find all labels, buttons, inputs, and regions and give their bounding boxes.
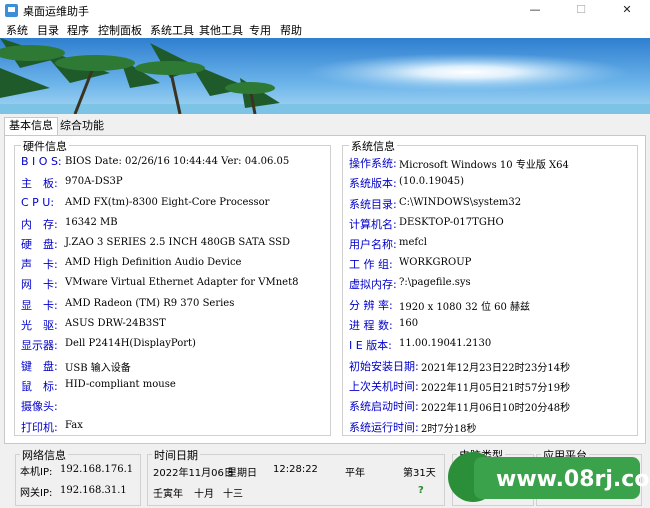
- sys-value: 2021年12月23日22时23分14秒: [421, 363, 571, 374]
- menu-control-panel[interactable]: 控制面板: [98, 22, 142, 38]
- sys-label: 分 辨 率:: [349, 299, 393, 312]
- hw-label: 打印机:: [21, 421, 58, 434]
- sys-label: 上次关机时间:: [349, 380, 419, 393]
- hw-label: 硬 盘:: [21, 238, 58, 251]
- menu-other-tools[interactable]: 其他工具: [199, 22, 243, 38]
- sys-label: 工 作 组:: [349, 258, 393, 271]
- network-info-legend: 网络信息: [20, 447, 68, 463]
- hw-label: 鼠 标:: [21, 380, 58, 393]
- hw-value: USB 输入设备: [65, 363, 131, 374]
- hw-label: 主 板:: [21, 177, 58, 190]
- menu-system[interactable]: 系统: [6, 22, 28, 38]
- tab-strip: 基本信息 综合功能: [0, 116, 650, 136]
- hw-label: B I O S:: [21, 155, 62, 168]
- sys-value: C:\WINDOWS\system32: [399, 197, 522, 208]
- lunar-month: 十月: [194, 489, 214, 500]
- tab-basic-info[interactable]: 基本信息: [4, 117, 58, 136]
- sys-label: 操作系统:: [349, 157, 397, 170]
- menu-programs[interactable]: 程序: [67, 22, 89, 38]
- hw-value: HID-compliant mouse: [65, 379, 176, 390]
- sys-label: 系统版本:: [349, 177, 397, 190]
- hw-value: BIOS Date: 02/26/16 10:44:44 Ver: 04.06.…: [65, 156, 290, 167]
- hw-value: J.ZAO 3 SERIES 2.5 INCH 480GB SATA SSD: [65, 237, 290, 248]
- sys-label: 系统启动时间:: [349, 400, 419, 413]
- sys-value: (10.0.19045): [399, 176, 465, 187]
- hardware-info-group: 硬件信息 B I O S: BIOS Date: 02/26/16 10:44:4…: [14, 138, 331, 436]
- menu-special[interactable]: 专用: [249, 22, 271, 38]
- hw-label: 声 卡:: [21, 258, 58, 271]
- hw-value: VMware Virtual Ethernet Adapter for VMne…: [65, 277, 299, 288]
- sys-label: 系统目录:: [349, 198, 397, 211]
- system-info-group: 系统信息 操作系统: Microsoft Windows 10 专业版 X64 系…: [342, 138, 638, 436]
- hw-value: 970A-DS3P: [65, 176, 123, 187]
- minimize-button[interactable]: —: [512, 0, 558, 21]
- sys-value: DESKTOP-017TGHO: [399, 217, 504, 228]
- app-icon: [5, 4, 18, 17]
- sys-value: 11.00.19041.2130: [399, 338, 492, 349]
- hw-label: 摄像头:: [21, 400, 58, 413]
- current-time: 12:28:22: [273, 464, 318, 475]
- banner-image: [0, 38, 650, 114]
- hw-label: 光 驱:: [21, 319, 58, 332]
- hw-label: 内 存:: [21, 218, 58, 231]
- menu-directory[interactable]: 目录: [37, 22, 59, 38]
- hw-label: 键 盘:: [21, 360, 58, 373]
- sys-value: 1920 x 1080 32 位 60 赫兹: [399, 302, 531, 313]
- sys-label: 计算机名:: [349, 218, 397, 231]
- sys-value: WORKGROUP: [399, 257, 472, 268]
- hw-value: Dell P2414H(DisplayPort): [65, 338, 196, 349]
- close-button[interactable]: ✕: [604, 0, 650, 21]
- day-of-year: 第31天: [403, 468, 436, 479]
- gateway-ip-value: 192.168.31.1: [60, 485, 127, 496]
- sys-value: mefcl: [399, 237, 427, 248]
- hw-value: AMD FX(tm)-8300 Eight-Core Processor: [65, 197, 270, 208]
- hw-label: 显 卡:: [21, 299, 58, 312]
- window-title: 桌面运维助手: [23, 5, 89, 18]
- sys-value: 2022年11月05日21时57分19秒: [421, 383, 571, 394]
- menu-system-tools[interactable]: 系统工具: [150, 22, 194, 38]
- sys-label: 初始安装日期:: [349, 360, 419, 373]
- sys-label: 用户名称:: [349, 238, 397, 251]
- hw-value: Fax: [65, 420, 83, 431]
- watermark-text: www.08rj.com: [496, 467, 650, 492]
- system-info-legend: 系统信息: [349, 138, 397, 154]
- hw-label: 网 卡:: [21, 278, 58, 291]
- hw-value: ASUS DRW-24B3ST: [65, 318, 166, 329]
- maximize-button[interactable]: ☐: [558, 0, 604, 21]
- current-date: 2022年11月06日: [153, 468, 234, 479]
- sys-value: ?:\pagefile.sys: [399, 277, 471, 288]
- datetime-legend: 时间日期: [152, 447, 200, 463]
- lunar-year: 壬寅年: [153, 489, 183, 500]
- hw-value: 16342 MB: [65, 217, 118, 228]
- hw-label: C P U:: [21, 196, 55, 209]
- hw-label: 显示器:: [21, 339, 58, 352]
- current-weekday: 星期日: [227, 468, 257, 479]
- unknown-indicator: ?: [418, 485, 424, 496]
- sys-value: 160: [399, 318, 419, 329]
- year-type: 平年: [345, 468, 365, 479]
- sys-value: Microsoft Windows 10 专业版 X64: [399, 160, 569, 171]
- hw-value: AMD High Definition Audio Device: [65, 257, 242, 268]
- datetime-group: 时间日期 2022年11月06日 星期日 12:28:22 平年 第31天 壬寅…: [147, 447, 445, 506]
- menu-help[interactable]: 帮助: [280, 22, 302, 38]
- hardware-info-legend: 硬件信息: [21, 138, 69, 154]
- lunar-day: 十三: [223, 489, 243, 500]
- sys-value: 2022年11月06日10时20分48秒: [421, 403, 571, 414]
- title-bar: 桌面运维助手 — ☐ ✕: [0, 0, 650, 21]
- local-ip-value: 192.168.176.1: [60, 464, 134, 475]
- local-ip-label: 本机IP:: [20, 467, 53, 478]
- tab-integrated-functions[interactable]: 综合功能: [56, 118, 108, 134]
- sys-value: 2时7分18秒: [421, 424, 477, 435]
- menu-bar: 系统 目录 程序 控制面板 系统工具 其他工具 专用 帮助: [0, 21, 650, 38]
- gateway-ip-label: 网关IP:: [20, 488, 53, 499]
- sys-label: 系统运行时间:: [349, 421, 419, 434]
- sys-label: 进 程 数:: [349, 319, 393, 332]
- hw-value: AMD Radeon (TM) R9 370 Series: [65, 298, 235, 309]
- network-info-group: 网络信息 本机IP: 192.168.176.1 网关IP: 192.168.3…: [15, 447, 141, 506]
- sys-label: 虚拟内存:: [349, 278, 397, 291]
- sys-label: I E 版本:: [349, 339, 392, 352]
- watermark-badge: www.08rj.com: [474, 457, 650, 499]
- basic-info-panel: 硬件信息 B I O S: BIOS Date: 02/26/16 10:44:4…: [4, 135, 646, 444]
